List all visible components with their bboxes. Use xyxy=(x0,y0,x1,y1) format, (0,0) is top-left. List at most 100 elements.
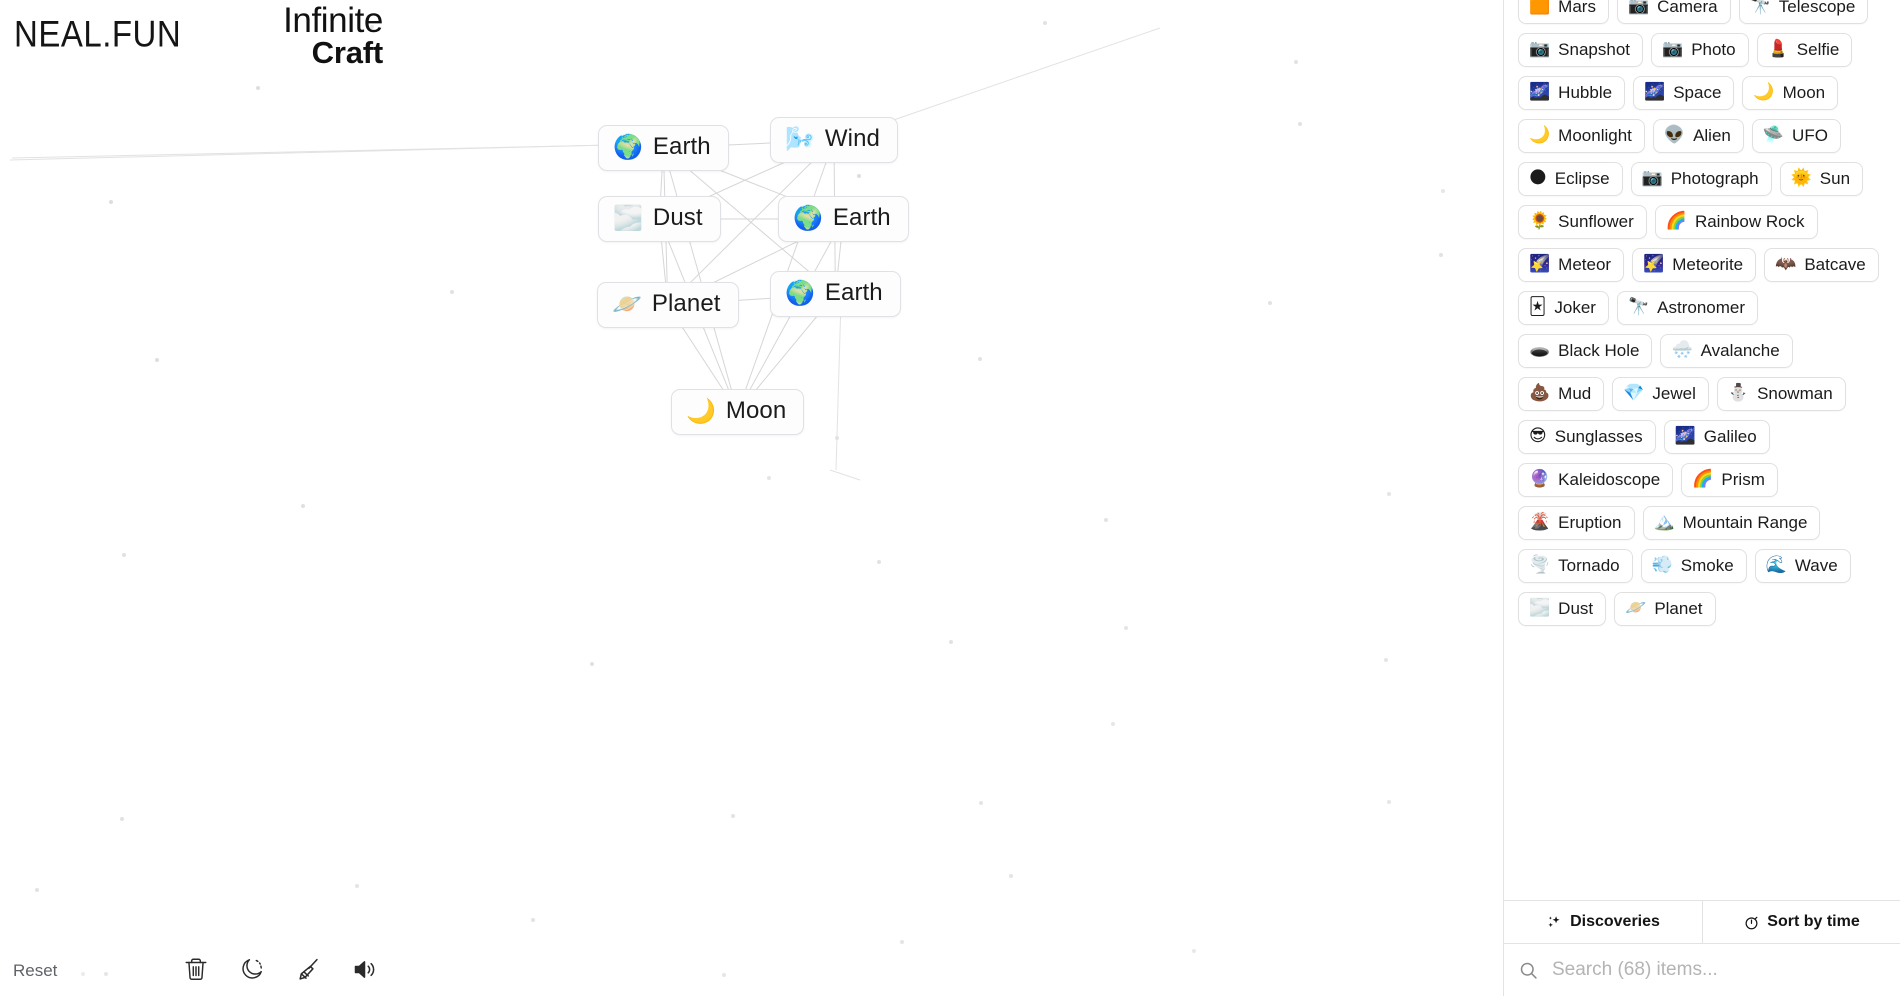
reset-button[interactable]: Reset xyxy=(13,961,57,981)
canvas-item-earth[interactable]: 🌍 Earth xyxy=(778,196,909,242)
discovered-items-list[interactable]: 🟧 Mars 📷 Camera 🔭 Telescope 📷 Snapshot 📷 Photo 💄 Se… xyxy=(1504,0,1900,900)
sidebar-item-label: Camera xyxy=(1657,0,1718,16)
sidebar-item-black-hole[interactable]: 🕳️ Black Hole xyxy=(1518,334,1653,368)
sidebar-item-label: Sunglasses xyxy=(1554,427,1643,446)
speaker-icon[interactable] xyxy=(349,954,379,984)
sidebar-item-label: Rainbow Rock xyxy=(1694,212,1805,231)
canvas-item-label: Wind xyxy=(824,125,880,152)
sidebar-item-label: Alien xyxy=(1693,126,1731,145)
neal-fun-logo[interactable]: NEAL.FUN xyxy=(14,13,181,56)
sidebar-item-photograph[interactable]: 📷 Photograph xyxy=(1630,162,1772,196)
item-emoji-icon: 💨 xyxy=(1651,555,1673,575)
sidebar-item-mountain-range[interactable]: 🏔️ Mountain Range xyxy=(1642,506,1821,540)
sidebar-item-sunglasses[interactable]: 😎 Sunglasses xyxy=(1518,420,1656,454)
canvas-item-dust[interactable]: 🌫️ Dust xyxy=(598,196,721,242)
item-emoji-icon: 📷 xyxy=(1529,39,1551,59)
sidebar-item-selfie[interactable]: 💄 Selfie xyxy=(1756,33,1853,67)
sidebar-item-rainbow-rock[interactable]: 🌈 Rainbow Rock xyxy=(1654,205,1818,239)
sidebar-item-dust[interactable]: 🌫️ Dust xyxy=(1518,592,1607,626)
sidebar-item-label: Sun xyxy=(1819,169,1851,188)
sidebar-item-batcave[interactable]: 🦇 Batcave xyxy=(1764,248,1879,282)
sidebar-item-label: Smoke xyxy=(1680,556,1734,575)
item-emoji-icon: ⛄ xyxy=(1727,383,1750,403)
canvas-item-wind[interactable]: 🌬️ Wind xyxy=(770,117,898,163)
item-emoji-icon: 🌫️ xyxy=(613,204,643,232)
sidebar-item-wave[interactable]: 🌊 Wave xyxy=(1754,549,1851,583)
sidebar-item-meteorite[interactable]: 🌠 Meteorite xyxy=(1632,248,1757,282)
sidebar-item-moonlight[interactable]: 🌙 Moonlight xyxy=(1518,119,1645,153)
sidebar-item-hubble[interactable]: 🌌 Hubble xyxy=(1518,76,1626,110)
item-emoji-icon: 🌨️ xyxy=(1671,340,1693,360)
sidebar-item-moon[interactable]: 🌙 Moon xyxy=(1742,76,1839,110)
sidebar-item-sun[interactable]: 🌞 Sun xyxy=(1779,162,1864,196)
sidebar-item-label: Snapshot xyxy=(1558,40,1631,59)
canvas-item-moon[interactable]: 🌙 Moon xyxy=(671,389,805,435)
sidebar-item-label: Tornado xyxy=(1558,556,1620,575)
sidebar-item-space[interactable]: 🌌 Space xyxy=(1633,76,1735,110)
moon-icon[interactable] xyxy=(237,954,267,984)
canvas-item-planet[interactable]: 🪐 Planet xyxy=(597,282,739,328)
sidebar-item-alien[interactable]: 👽 Alien xyxy=(1652,119,1744,153)
sidebar-item-astronomer[interactable]: 🔭 Astronomer xyxy=(1616,291,1759,325)
item-emoji-icon: 🪐 xyxy=(612,290,642,318)
sidebar-item-ufo[interactable]: 🛸 UFO xyxy=(1751,119,1841,153)
sidebar-item-telescope[interactable]: 🔭 Telescope xyxy=(1738,0,1869,24)
item-emoji-icon: 🌞 xyxy=(1790,168,1812,188)
item-emoji-icon: 👽 xyxy=(1663,125,1686,145)
sidebar-item-label: Snowman xyxy=(1757,384,1833,403)
item-emoji-icon: 🌙 xyxy=(1529,125,1551,145)
sidebar-item-meteor[interactable]: 🌠 Meteor xyxy=(1518,248,1625,282)
sidebar-item-galileo[interactable]: 🌌 Galileo xyxy=(1663,420,1770,454)
sidebar-item-label: Kaleidoscope xyxy=(1558,470,1661,489)
sparkles-icon xyxy=(1546,914,1563,931)
search-bar[interactable] xyxy=(1504,944,1900,996)
tab-discoveries[interactable]: Discoveries xyxy=(1504,901,1702,943)
item-emoji-icon: 🌙 xyxy=(686,397,716,425)
canvas-item-label: Earth xyxy=(652,133,711,160)
sidebar-item-snowman[interactable]: ⛄ Snowman xyxy=(1716,377,1846,411)
item-emoji-icon: 🌙 xyxy=(1753,82,1775,102)
tab-sort-by-time[interactable]: Sort by time xyxy=(1702,901,1900,943)
item-emoji-icon: 🦇 xyxy=(1775,254,1797,274)
sidebar-item-smoke[interactable]: 💨 Smoke xyxy=(1640,549,1747,583)
sidebar-item-label: Moon xyxy=(1782,83,1826,102)
item-emoji-icon: 🌋 xyxy=(1529,512,1551,532)
tab-discoveries-label: Discoveries xyxy=(1570,913,1660,930)
sidebar-item-joker[interactable]: 🃏 Joker xyxy=(1518,291,1609,325)
search-input[interactable] xyxy=(1550,958,1884,982)
sidebar-item-tornado[interactable]: 🌪️ Tornado xyxy=(1518,549,1633,583)
infinite-craft-app: 🌍 Earth 🌬️ Wind 🌫️ Dust 🌍 Earth 🪐 Planet 🌍 Earth 🌙 Mo… xyxy=(0,0,1900,996)
sidebar-item-kaleidoscope[interactable]: 🔮 Kaleidoscope xyxy=(1518,463,1674,497)
item-emoji-icon: 🪐 xyxy=(1625,598,1647,618)
trash-icon[interactable] xyxy=(181,954,211,984)
sidebar-item-jewel[interactable]: 💎 Jewel xyxy=(1612,377,1709,411)
sidebar-item-planet[interactable]: 🪐 Planet xyxy=(1614,592,1716,626)
sidebar-item-camera[interactable]: 📷 Camera xyxy=(1616,0,1731,24)
sidebar-item-eclipse[interactable]: 🌑 Eclipse xyxy=(1518,162,1623,196)
broom-icon[interactable] xyxy=(293,954,323,984)
sidebar-item-label: Jewel xyxy=(1652,384,1696,403)
crafting-canvas[interactable]: 🌍 Earth 🌬️ Wind 🌫️ Dust 🌍 Earth 🪐 Planet 🌍 Earth 🌙 Mo… xyxy=(0,0,1503,996)
item-emoji-icon: 🔮 xyxy=(1529,469,1551,489)
sidebar-item-label: Wave xyxy=(1794,556,1838,575)
sidebar-item-sunflower[interactable]: 🌻 Sunflower xyxy=(1518,205,1647,239)
sidebar-item-avalanche[interactable]: 🌨️ Avalanche xyxy=(1660,334,1793,368)
stopwatch-icon xyxy=(1743,914,1760,931)
item-emoji-icon: 😎 xyxy=(1529,426,1547,446)
canvas-item-earth[interactable]: 🌍 Earth xyxy=(770,271,901,317)
item-emoji-icon: 🔭 xyxy=(1627,297,1650,317)
sidebar-item-label: UFO xyxy=(1792,126,1828,145)
sidebar-item-mars[interactable]: 🟧 Mars xyxy=(1518,0,1609,24)
sidebar-item-photo[interactable]: 📷 Photo xyxy=(1651,33,1749,67)
sidebar-item-label: Joker xyxy=(1554,298,1596,317)
sidebar-item-eruption[interactable]: 🌋 Eruption xyxy=(1518,506,1635,540)
item-emoji-icon: 💩 xyxy=(1529,383,1551,403)
canvas-item-label: Dust xyxy=(652,204,703,231)
sidebar-item-label: Avalanche xyxy=(1700,341,1780,360)
sidebar-item-label: Hubble xyxy=(1558,83,1613,102)
sidebar-item-prism[interactable]: 🌈 Prism xyxy=(1681,463,1778,497)
sidebar-item-snapshot[interactable]: 📷 Snapshot xyxy=(1518,33,1644,67)
sidebar-item-mud[interactable]: 💩 Mud xyxy=(1518,377,1605,411)
sidebar-item-label: Space xyxy=(1673,83,1722,102)
canvas-item-earth[interactable]: 🌍 Earth xyxy=(598,125,729,171)
